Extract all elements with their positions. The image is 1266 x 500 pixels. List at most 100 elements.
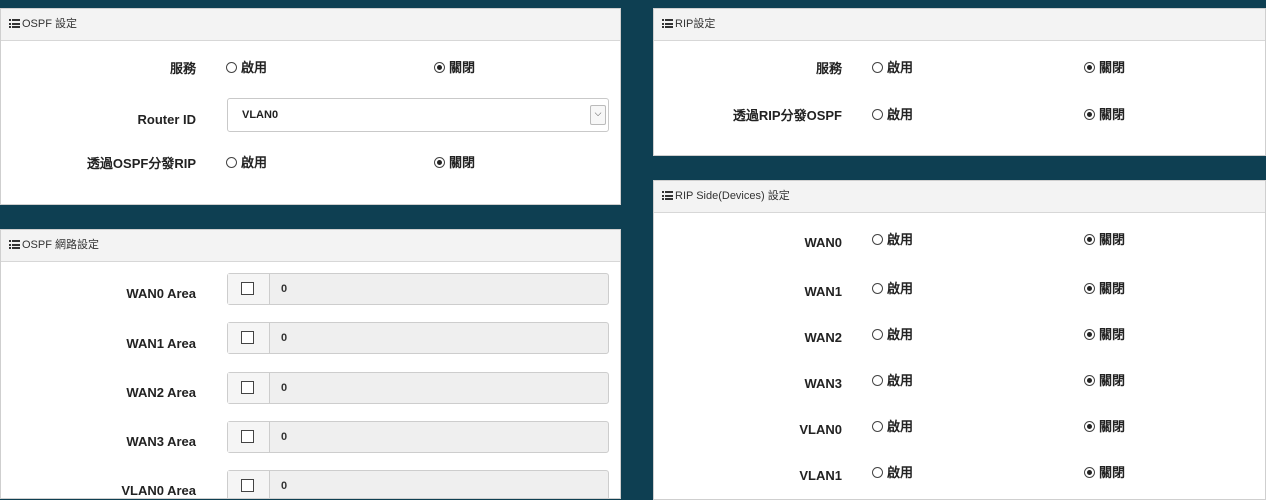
ospf-settings-header: OSPF 設定 [1, 9, 620, 41]
area-input[interactable]: 0 [227, 273, 609, 305]
radio-label: 關閉 [1099, 466, 1126, 481]
radio-label: 啟用 [887, 282, 914, 297]
rip-side-row: VLAN0 啟用 關閉 [654, 413, 1265, 443]
router-id-value: VLAN0 [242, 109, 279, 121]
checkbox-wrap [228, 274, 270, 304]
area-value: 0 [281, 332, 288, 344]
rip-side-disable-radio[interactable]: 關閉 [1084, 275, 1125, 305]
radio-off-icon [872, 375, 883, 386]
ospf-settings-panel: OSPF 設定 服務 啟用 關閉 Router ID VLAN0 ⌵ 透過OSP… [0, 8, 621, 205]
ospf-network-panel: OSPF 網路設定 WAN0 Area 0 WAN1 Area 0 WAN2 A… [0, 229, 621, 499]
rip-side-label: WAN3 [804, 376, 842, 391]
area-input[interactable]: 0 [227, 470, 609, 498]
rip-side-enable-radio[interactable]: 啟用 [872, 275, 913, 305]
radio-off-icon [226, 157, 237, 168]
rip-redistribute-label: 透過RIP分發OSPF [732, 108, 842, 123]
area-checkbox[interactable] [241, 381, 254, 394]
rip-side-enable-radio[interactable]: 啟用 [872, 226, 913, 256]
radio-label: 啟用 [241, 61, 268, 76]
radio-label: 關閉 [1099, 420, 1126, 435]
radio-off-icon [872, 283, 883, 294]
rip-redistribute-enable-radio[interactable]: 啟用 [872, 101, 913, 131]
ospf-service-enable-radio[interactable]: 啟用 [226, 54, 267, 84]
rip-redistribute-row: 透過RIP分發OSPF 啟用 關閉 [654, 101, 1265, 131]
radio-on-icon [434, 157, 445, 168]
radio-label: 啟用 [887, 61, 914, 76]
rip-side-enable-radio[interactable]: 啟用 [872, 459, 913, 489]
list-icon [662, 191, 673, 200]
area-label: WAN3 Area [126, 434, 196, 449]
radio-label: 關閉 [449, 61, 476, 76]
area-value: 0 [281, 382, 288, 394]
ospf-service-disable-radio[interactable]: 關閉 [434, 54, 475, 84]
area-checkbox[interactable] [241, 331, 254, 344]
radio-label: 啟用 [887, 420, 914, 435]
radio-label: 關閉 [1099, 282, 1126, 297]
list-icon [9, 240, 20, 249]
rip-side-disable-radio[interactable]: 關閉 [1084, 367, 1125, 397]
ospf-redistribute-disable-radio[interactable]: 關閉 [434, 149, 475, 179]
rip-side-disable-radio[interactable]: 關閉 [1084, 226, 1125, 256]
rip-side-label: VLAN0 [799, 422, 842, 437]
radio-label: 關閉 [1099, 328, 1126, 343]
chevron-down-icon[interactable]: ⌵ [590, 105, 606, 125]
radio-label: 關閉 [1099, 374, 1126, 389]
router-id-select[interactable]: VLAN0 ⌵ [227, 98, 609, 132]
rip-side-label: WAN0 [804, 235, 842, 250]
rip-side-disable-radio[interactable]: 關閉 [1084, 459, 1125, 489]
area-value: 0 [281, 480, 288, 492]
area-input[interactable]: 0 [227, 322, 609, 354]
area-input[interactable]: 0 [227, 372, 609, 404]
ospf-settings-title: OSPF 設定 [22, 18, 78, 30]
rip-service-disable-radio[interactable]: 關閉 [1084, 54, 1125, 84]
radio-label: 關閉 [1099, 233, 1126, 248]
radio-on-icon [1084, 467, 1095, 478]
area-checkbox[interactable] [241, 479, 254, 492]
radio-label: 關閉 [449, 156, 476, 171]
rip-side-disable-radio[interactable]: 關閉 [1084, 321, 1125, 351]
rip-side-enable-radio[interactable]: 啟用 [872, 321, 913, 351]
ospf-service-label: 服務 [169, 61, 196, 76]
rip-side-label: WAN1 [804, 284, 842, 299]
checkbox-wrap [228, 422, 270, 452]
area-checkbox[interactable] [241, 282, 254, 295]
rip-side-row: WAN2 啟用 關閉 [654, 321, 1265, 351]
rip-side-title: RIP Side(Devices) 設定 [675, 190, 790, 202]
ospf-network-header: OSPF 網路設定 [1, 230, 620, 262]
area-label: WAN0 Area [126, 286, 196, 301]
radio-off-icon [872, 234, 883, 245]
area-checkbox[interactable] [241, 430, 254, 443]
router-id-label: Router ID [137, 112, 197, 127]
area-value: 0 [281, 431, 288, 443]
radio-off-icon [872, 421, 883, 432]
radio-on-icon [1084, 234, 1095, 245]
radio-on-icon [1084, 375, 1095, 386]
radio-on-icon [1084, 421, 1095, 432]
radio-on-icon [1084, 283, 1095, 294]
area-value: 0 [281, 283, 288, 295]
checkbox-wrap [228, 373, 270, 403]
rip-side-row: WAN1 啟用 關閉 [654, 275, 1265, 305]
rip-side-enable-radio[interactable]: 啟用 [872, 413, 913, 443]
rip-settings-panel: RIP設定 服務 啟用 關閉 透過RIP分發OSPF 啟用 關閉 [653, 8, 1266, 156]
rip-side-row: WAN0 啟用 關閉 [654, 226, 1265, 256]
area-label: WAN1 Area [126, 336, 196, 351]
rip-side-label: WAN2 [804, 330, 842, 345]
rip-service-enable-radio[interactable]: 啟用 [872, 54, 913, 84]
radio-off-icon [872, 109, 883, 120]
list-icon [662, 19, 673, 28]
rip-side-enable-radio[interactable]: 啟用 [872, 367, 913, 397]
ospf-network-title: OSPF 網路設定 [22, 239, 100, 251]
ospf-redistribute-label: 透過OSPF分發RIP [86, 156, 196, 171]
rip-redistribute-disable-radio[interactable]: 關閉 [1084, 101, 1125, 131]
area-input[interactable]: 0 [227, 421, 609, 453]
ospf-redistribute-enable-radio[interactable]: 啟用 [226, 149, 267, 179]
checkbox-wrap [228, 471, 270, 498]
radio-label: 啟用 [887, 233, 914, 248]
area-label: WAN2 Area [126, 385, 196, 400]
radio-label: 啟用 [887, 108, 914, 123]
rip-side-disable-radio[interactable]: 關閉 [1084, 413, 1125, 443]
rip-side-row: WAN3 啟用 關閉 [654, 367, 1265, 397]
radio-on-icon [1084, 62, 1095, 73]
rip-settings-header: RIP設定 [654, 9, 1265, 41]
